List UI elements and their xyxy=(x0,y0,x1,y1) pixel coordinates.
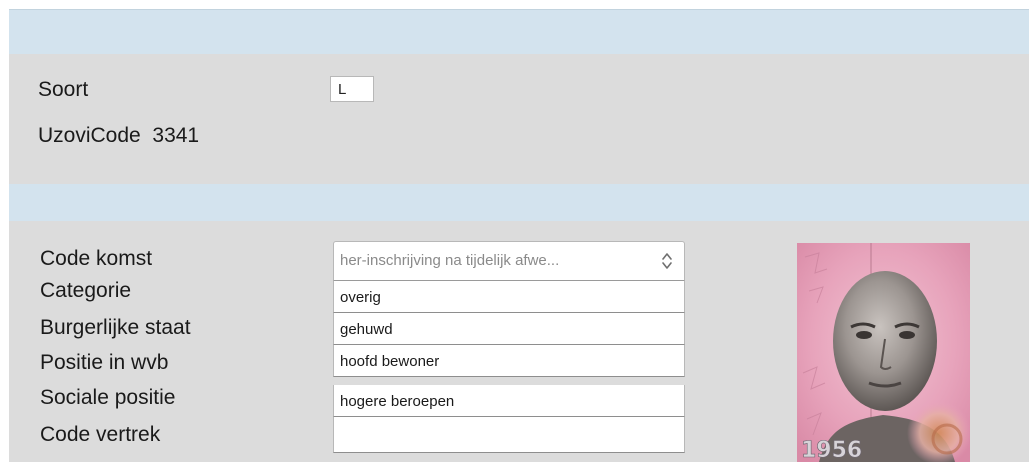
uzovi-code-row: UzoviCode 3341 xyxy=(38,124,199,148)
passport-photo: 1956 xyxy=(797,243,970,462)
code-vertrek-field[interactable] xyxy=(333,417,685,453)
soort-value: L xyxy=(338,81,347,98)
photo-year-text: 1956 xyxy=(801,438,862,462)
positie-in-wvb-value: hoofd bewoner xyxy=(340,353,440,370)
categorie-label: Categorie xyxy=(40,279,132,302)
soort-field[interactable]: L xyxy=(330,76,374,102)
categorie-value: overig xyxy=(340,289,381,306)
soort-label: Soort xyxy=(38,78,89,101)
section-header-bar xyxy=(9,9,1029,54)
positie-in-wvb-label: Positie in wvb xyxy=(40,351,169,374)
identity-panel xyxy=(9,54,1029,184)
code-vertrek-label: Code vertrek xyxy=(40,423,161,446)
code-komst-value: her-inschrijving na tijdelijk afwe... xyxy=(340,252,560,269)
code-komst-select[interactable]: her-inschrijving na tijdelijk afwe... xyxy=(333,241,685,281)
burgerlijke-staat-field[interactable]: gehuwd xyxy=(333,313,685,345)
sociale-positie-field[interactable]: hogere beroepen xyxy=(333,385,685,417)
sociale-positie-label: Sociale positie xyxy=(40,386,176,409)
burgerlijke-staat-label: Burgerlijke staat xyxy=(40,316,191,339)
portrait-image: 1956 xyxy=(797,243,970,462)
sociale-positie-value: hogere beroepen xyxy=(340,393,455,410)
burgerlijke-staat-value: gehuwd xyxy=(340,321,393,338)
code-komst-label: Code komst xyxy=(40,247,153,270)
section-divider-bar xyxy=(9,184,1029,221)
up-down-chevron-icon xyxy=(662,253,672,269)
person-record-view: Soort L UzoviCode 3341 Code komst Catego… xyxy=(0,0,1029,462)
uzovi-code-value: 3341 xyxy=(152,124,200,147)
positie-in-wvb-field[interactable]: hoofd bewoner xyxy=(333,345,685,377)
categorie-field[interactable]: overig xyxy=(333,281,685,313)
uzovi-code-label: UzoviCode xyxy=(38,124,141,147)
